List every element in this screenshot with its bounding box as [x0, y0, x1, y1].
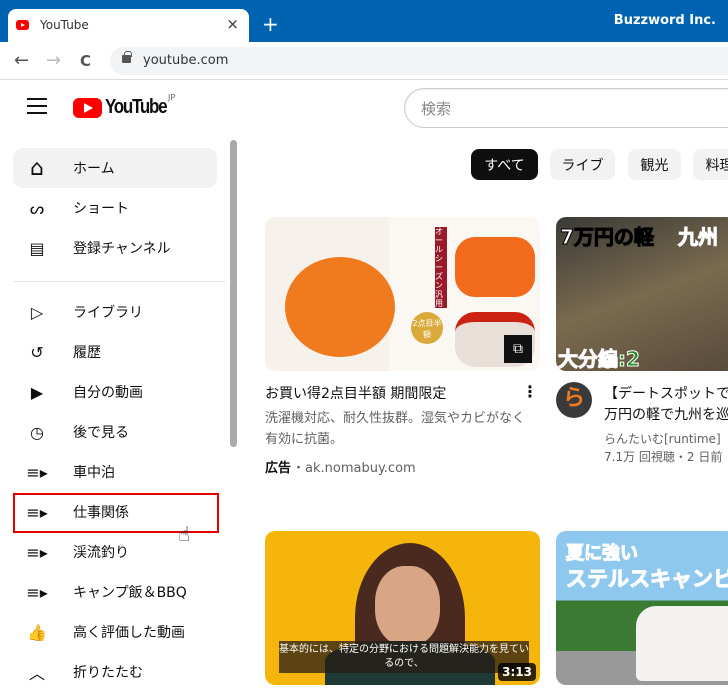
new-tab-button[interactable]: +: [262, 12, 279, 36]
search-input[interactable]: 検索: [404, 88, 728, 128]
thumbnail-image: [636, 606, 728, 681]
sidebar-item-label: ショート: [73, 201, 129, 217]
sidebar-item-label: 後で見る: [73, 425, 129, 441]
ad-domain[interactable]: ・ak.nomabuy.com: [292, 457, 416, 476]
tab-title: YouTube: [40, 18, 89, 32]
video-meta: 7.1万 回視聴・2 日前: [604, 450, 723, 464]
sidebar-item-collapse[interactable]: ︿ 折りたたむ: [13, 652, 217, 692]
hand-cursor-icon: ☝: [178, 522, 191, 546]
library-icon: ▷: [30, 302, 44, 322]
sidebar-item-playlist[interactable]: ≡▸ 車中泊: [13, 452, 217, 492]
sidebar-divider: [13, 281, 225, 282]
thumbnail-image: [455, 237, 535, 297]
thumbnail-text: 大分編:2: [558, 347, 641, 372]
my-videos-icon: ▶: [30, 382, 44, 402]
sidebar-item-playlist[interactable]: ≡▸ キャンプ飯＆BBQ: [13, 572, 217, 612]
sidebar-item-library[interactable]: ▷ ライブラリ: [13, 292, 217, 332]
video-thumbnail[interactable]: 7万円の軽 九州 大分編:2: [556, 217, 728, 371]
sidebar-item-label: 履歴: [73, 345, 101, 361]
tab-close-icon[interactable]: ×: [226, 15, 239, 33]
sidebar-item-label: 登録チャンネル: [73, 241, 171, 257]
thumbnail-image: [285, 257, 395, 357]
sidebar-item-liked-videos[interactable]: 👍 高く評価した動画: [13, 612, 217, 652]
browser-tab[interactable]: YouTube ×: [8, 9, 249, 42]
chip-sightseeing[interactable]: 観光: [628, 149, 681, 180]
thumbs-up-icon: 👍: [27, 622, 47, 642]
video-title[interactable]: お買い得2点目半額 期間限定: [265, 383, 446, 403]
region-label: JP: [168, 93, 176, 102]
playlist-icon: ≡▸: [26, 462, 48, 482]
ad-domain-text: ak.nomabuy.com: [305, 461, 416, 476]
thumbnail-text: 7万円の軽: [560, 225, 655, 250]
watch-later-icon: ◷: [30, 422, 44, 442]
chip-all[interactable]: すべて: [471, 149, 538, 180]
url-text: youtube.com: [143, 53, 229, 68]
external-link-icon[interactable]: ⧉: [504, 335, 532, 363]
playlist-icon: ≡▸: [26, 542, 48, 562]
sidebar-item-label: ホーム: [73, 161, 115, 177]
chip-live[interactable]: ライブ: [550, 149, 615, 180]
browser-tab-bar: YouTube × + Buzzword Inc.: [0, 0, 728, 42]
playlist-icon: ≡▸: [26, 582, 48, 602]
sidebar-item-label: 自分の動画: [73, 385, 143, 401]
sidebar-item-label: 渓流釣り: [73, 545, 129, 561]
sidebar-item-watch-later[interactable]: ◷ 後で見る: [13, 412, 217, 452]
thumbnail-text: 夏に強い: [566, 543, 639, 565]
sidebar-item-subscriptions[interactable]: ▤ 登録チャンネル: [13, 228, 217, 268]
sidebar-item-my-videos[interactable]: ▶ 自分の動画: [13, 372, 217, 412]
sidebar-item-history[interactable]: ↺ 履歴: [13, 332, 217, 372]
reload-icon[interactable]: C: [80, 52, 91, 70]
sidebar-item-label: キャンプ飯＆BBQ: [73, 585, 187, 601]
sidebar-item-label: 高く評価した動画: [73, 625, 185, 641]
thumbnail-text: オールシーズン汎用: [435, 227, 447, 308]
thumbnail-badge: 2点目半額: [411, 312, 443, 344]
forward-icon[interactable]: →: [46, 50, 61, 71]
video-thumbnail[interactable]: 基本的には、特定の分野における問題解決能力を見ているので、 3:13: [265, 531, 540, 685]
channel-name[interactable]: らんたいむ[runtime]: [604, 430, 721, 447]
hamburger-menu-icon[interactable]: [27, 98, 47, 119]
subtitle-caption: 基本的には、特定の分野における問題解決能力を見ているので、: [279, 641, 529, 673]
sidebar-item-label: ライブラリ: [73, 305, 143, 321]
address-toolbar: ← → C youtube.com: [0, 42, 728, 80]
chevron-up-icon: ︿: [28, 664, 45, 683]
video-title[interactable]: 【デートスポットで: [604, 383, 728, 403]
profile-org-label: Buzzword Inc.: [613, 13, 716, 28]
thumbnail-text: ステルスキャンピ: [566, 567, 728, 592]
thumbnail-image: [375, 566, 440, 646]
shorts-icon: ᔕ: [29, 198, 45, 218]
home-icon: ⌂: [30, 155, 44, 181]
lock-icon: [122, 51, 132, 63]
sidebar-item-home[interactable]: ⌂ ホーム: [13, 148, 217, 188]
address-bar[interactable]: youtube.com: [110, 47, 728, 75]
thumbnail-text: 九州: [678, 225, 719, 250]
chip-cooking[interactable]: 料理: [693, 149, 728, 180]
back-icon[interactable]: ←: [14, 50, 29, 71]
video-thumbnail[interactable]: 夏に強い ステルスキャンピ: [556, 531, 728, 685]
sidebar-item-label: 車中泊: [73, 465, 115, 481]
more-options-icon[interactable]: ⋮: [522, 382, 538, 401]
subscriptions-icon: ▤: [29, 238, 45, 258]
search-placeholder: 検索: [421, 100, 452, 118]
ad-thumbnail[interactable]: オールシーズン汎用 2点目半額 ⧉: [265, 217, 540, 371]
youtube-favicon-icon: [16, 20, 29, 30]
channel-avatar[interactable]: ら: [556, 382, 592, 418]
ad-description: 洗濯機対応、耐久性抜群。湿気やカビがなく有効に抗菌。: [265, 411, 526, 447]
sidebar-scrollbar[interactable]: [230, 140, 237, 447]
history-icon: ↺: [30, 342, 44, 362]
ad-label: 広告: [265, 461, 292, 476]
video-title-line2[interactable]: 万円の軽で九州を巡: [604, 404, 728, 424]
youtube-play-icon: [73, 98, 102, 118]
duration-badge: 3:13: [498, 663, 536, 681]
sidebar-item-shorts[interactable]: ᔕ ショート: [13, 188, 217, 228]
sidebar-item-label: 折りたたむ: [73, 665, 143, 681]
logo-text: YouTube: [105, 96, 168, 118]
